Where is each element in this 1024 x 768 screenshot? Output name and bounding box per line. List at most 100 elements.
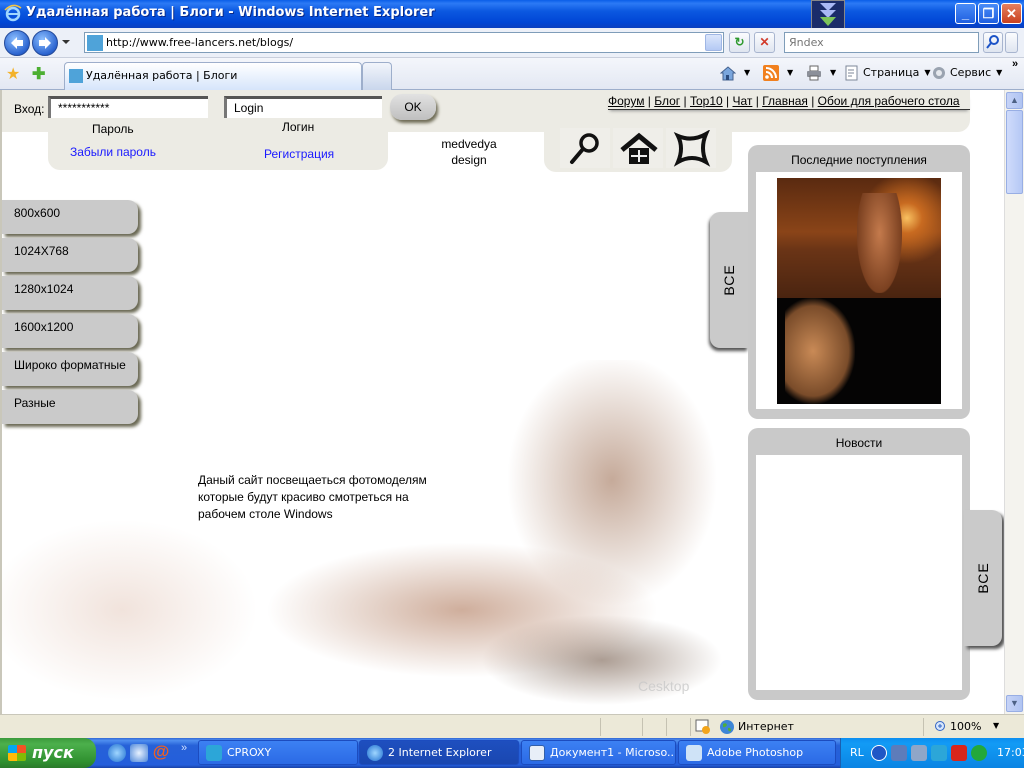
resolution-1280x1024[interactable]: 1280x1024 [2,276,138,310]
download-tray-icon[interactable] [951,745,967,761]
device-icon[interactable] [911,745,927,761]
tab-favicon-icon [69,69,83,83]
resolution-800x600[interactable]: 800x600 [2,200,138,234]
password-field[interactable]: *********** [48,96,208,118]
nav-link-home[interactable]: Главная [762,94,808,108]
quicklaunch-ie-icon[interactable] [108,744,126,762]
task-cproxy[interactable]: CPROXY [198,740,358,765]
zoom-dropdown-icon[interactable]: ▼ [993,721,999,730]
task-internet-explorer[interactable]: 2 Internet Explorer [359,740,519,765]
cproxy-icon [206,745,222,761]
address-bar[interactable]: http://www.free-lancers.net/blogs/ [84,32,724,53]
nav-link-blog[interactable]: Блог [654,94,680,108]
page-menu[interactable]: Страница ▼ [844,64,931,82]
search-icon [986,35,999,49]
search-button[interactable] [983,32,1003,53]
photo-watermark: Cesktop [638,678,690,694]
stop-button[interactable]: ✕ [754,32,775,53]
address-dropdown-icon[interactable] [705,34,722,51]
brand-line-1: medvedya [441,137,497,151]
photoshop-icon [686,745,702,761]
resolution-1600x1200[interactable]: 1600x1200 [2,314,138,348]
latest-all-label: ВСЕ [721,264,737,296]
home-icon [720,66,736,81]
news-panel-title: Новости [835,436,883,450]
forgot-password-link[interactable]: Забыли пароль [70,145,156,159]
taskbar: пуск @ » CPROXY 2 Internet Explorer Доку… [0,738,1024,768]
home-button[interactable]: ▼ [720,64,750,82]
add-favorites-icon[interactable]: ✚ [32,64,45,84]
quicklaunch-more[interactable]: » [181,742,187,754]
thumbnail-dark-model[interactable] [777,298,941,404]
home-site-button[interactable] [613,128,663,168]
login-field[interactable]: Login [224,96,382,118]
status-bar: Интернет 100% ▼ [0,714,1024,738]
nav-link-wallpapers[interactable]: Обои для рабочего стола [818,94,960,108]
page-icon [845,65,858,81]
resolution-widescreen[interactable]: Широко форматные [2,352,138,386]
minimize-button[interactable]: _ [955,3,976,24]
resolution-1024x768[interactable]: 1024X768 [2,238,138,272]
house-icon [620,132,658,164]
new-tab-button[interactable] [362,62,392,90]
download-manager-overlay-icon[interactable] [811,0,845,30]
address-url[interactable]: http://www.free-lancers.net/blogs/ [106,36,293,49]
tools-menu[interactable]: Сервис ▼ [931,64,1002,82]
search-provider-dropdown[interactable] [1005,32,1018,53]
tab-active[interactable]: Удалённая работа | Блоги [64,62,362,90]
latest-all-tab[interactable]: ВСЕ [710,212,748,348]
news-panel-body [756,455,962,690]
search-box[interactable] [784,32,979,53]
print-button[interactable]: ▼ [806,64,836,82]
arrow-left-icon [11,37,23,49]
favorites-site-button[interactable] [666,128,716,168]
recent-pages-dropdown-icon[interactable] [62,38,70,46]
feeds-button[interactable]: ▼ [763,64,793,82]
task-word-document[interactable]: Документ1 - Microso... [521,740,676,765]
language-indicator[interactable]: RL [850,746,864,759]
task-photoshop[interactable]: Adobe Photoshop [678,740,836,765]
password-caption: Пароль [92,122,134,136]
zoom-level[interactable]: 100% [950,720,981,733]
tray-expand-icon[interactable] [871,745,887,761]
scroll-thumb[interactable] [1006,110,1023,194]
search-site-button[interactable] [560,128,610,168]
news-all-label: ВСЕ [975,562,991,594]
messenger-tray-icon[interactable] [971,745,987,761]
latest-additions-panel: Последние поступления [748,145,970,419]
window-title: Удалённая работа | Блоги - Windows Inter… [26,5,435,20]
windows-flag-icon [8,745,26,761]
nav-link-top10[interactable]: Top10 [690,94,723,108]
print-icon [807,65,821,81]
quicklaunch-outlook-icon[interactable] [130,744,148,762]
back-button[interactable] [4,30,30,56]
ok-button[interactable]: OK [390,94,436,120]
close-button[interactable]: ✕ [1001,3,1022,24]
search-input[interactable] [785,33,978,52]
favorites-center-icon[interactable]: ★ [6,64,20,84]
brand-label: medvedya design [434,136,504,168]
cproxy-tray-icon[interactable] [931,745,947,761]
nav-link-chat[interactable]: Чат [732,94,752,108]
restore-button[interactable]: ❐ [978,3,999,24]
thumbnail-desert-model[interactable] [777,178,941,298]
nav-link-forum[interactable]: Форум [608,94,644,108]
word-icon [529,745,545,761]
network-icon[interactable] [891,745,907,761]
site-favicon-icon [87,35,103,51]
register-link[interactable]: Регистрация [264,147,334,161]
clock[interactable]: 17:03 [997,746,1024,759]
news-all-tab[interactable]: ВСЕ [964,510,1002,646]
start-button[interactable]: пуск [0,738,96,768]
scroll-up-button[interactable]: ▲ [1006,92,1023,109]
gear-icon [933,67,945,79]
scroll-down-button[interactable]: ▼ [1006,695,1023,712]
top-navigation: Форум | Блог | Top10 | Чат | Главная | О… [608,94,970,110]
forward-button[interactable] [32,30,58,56]
toolbar-overflow-chevron[interactable]: » [1012,58,1018,70]
login-caption: Логин [282,120,315,134]
quicklaunch-mail-icon[interactable]: @ [152,743,170,762]
resolution-misc[interactable]: Разные [2,390,138,424]
vertical-scrollbar[interactable]: ▲ ▼ [1004,90,1024,714]
refresh-button[interactable]: ↻ [729,32,750,53]
